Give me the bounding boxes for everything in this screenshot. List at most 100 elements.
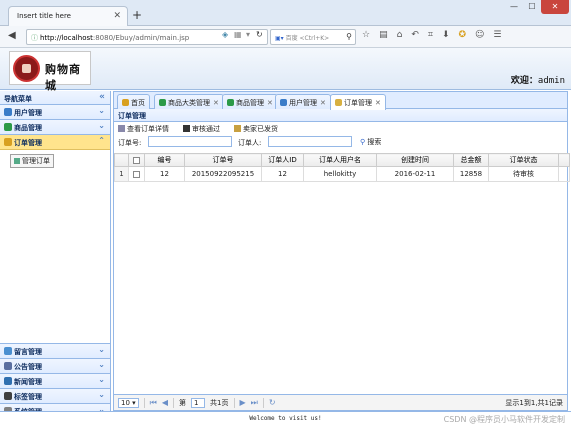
sidebar: 导航菜单 « 用户管理 ⌄ 商品管理 ⌄ 订单管理 ⌃ 管理订单 留言管理 ⌄ … xyxy=(0,91,111,419)
approve-icon xyxy=(183,125,190,132)
tab-user-management[interactable]: 用户管理 ✕ xyxy=(275,94,331,109)
panel-title: 订单管理 xyxy=(114,109,567,122)
table-row[interactable]: 1 12 20150922095215 12 hellokitty 2016-0… xyxy=(114,166,570,182)
sidebar-item-order-management[interactable]: 订单管理 ⌃ xyxy=(0,135,110,150)
bookmarks-list-icon[interactable]: ▤ xyxy=(379,30,388,40)
column-header[interactable]: 订单人ID xyxy=(261,153,304,167)
close-tab-icon[interactable]: ✕ xyxy=(213,99,219,107)
dropdown-icon[interactable]: ▾ xyxy=(246,30,250,39)
divider xyxy=(262,397,264,408)
sidebar-item-product-management[interactable]: 商品管理 ⌄ xyxy=(0,120,110,135)
search-icon[interactable]: ⚲ xyxy=(346,32,352,41)
bookmark-star-icon[interactable]: ☆ xyxy=(362,30,370,40)
view-order-details-button[interactable]: 查看订单详情 xyxy=(118,124,169,133)
prev-page-icon[interactable]: ◀ xyxy=(162,398,168,407)
cell-order-no: 20150922095215 xyxy=(184,166,262,182)
order-no-input[interactable] xyxy=(148,136,232,147)
browser-navbar: ◀ ⓘ http://localhost:8080/Ebuy/admin/main… xyxy=(0,26,571,48)
column-header[interactable]: 订单状态 xyxy=(488,153,559,167)
home-icon[interactable]: ⌂ xyxy=(397,30,403,40)
cell-user-id: 12 xyxy=(261,166,304,182)
window-close-icon[interactable]: ✕ xyxy=(541,0,569,14)
sidebar-item-news-management[interactable]: 新闻管理 ⌄ xyxy=(0,374,110,389)
toolbar-label: 审核通过 xyxy=(192,125,220,133)
next-page-icon[interactable]: ▶ xyxy=(240,398,246,407)
user-icon xyxy=(280,99,287,106)
browser-tab[interactable]: Insert title here ✕ xyxy=(8,6,128,26)
tag-icon xyxy=(4,392,12,400)
row-checkbox[interactable] xyxy=(128,166,145,182)
column-header[interactable]: 订单人用户名 xyxy=(303,153,377,167)
page-size-select[interactable]: 10 ▾ xyxy=(118,397,139,408)
expand-icon[interactable]: ⌄ xyxy=(98,375,105,384)
tab-order-management[interactable]: 订单管理 ✕ xyxy=(330,94,386,110)
sidebar-item-label: 新闻管理 xyxy=(14,378,42,386)
tab-label: 首页 xyxy=(131,99,145,107)
sidebar-item-label: 公告管理 xyxy=(14,363,42,371)
refresh-icon[interactable]: ↻ xyxy=(269,398,276,407)
expand-icon[interactable]: ⌄ xyxy=(98,345,105,354)
extension-icon[interactable]: ✪ xyxy=(458,30,466,40)
collapse-sidebar-icon[interactable]: « xyxy=(99,92,105,102)
search-engine-icon[interactable]: ▣▾ xyxy=(275,35,286,42)
chat-icon[interactable]: ☺ xyxy=(475,30,484,40)
reload-icon[interactable]: ↻ xyxy=(256,30,263,39)
page-info-icon[interactable]: ⓘ xyxy=(31,34,38,42)
last-page-icon[interactable]: ⏭ xyxy=(251,398,258,408)
back-icon[interactable]: ◀ xyxy=(8,30,16,41)
sidebar-item-user-management[interactable]: 用户管理 ⌄ xyxy=(0,105,110,120)
expand-icon[interactable]: ⌄ xyxy=(98,360,105,369)
close-tab-icon[interactable]: ✕ xyxy=(320,99,326,107)
first-page-icon[interactable]: ⏮ xyxy=(150,398,157,408)
sidebar-item-tag-management[interactable]: 标签管理 ⌄ xyxy=(0,389,110,404)
search-input[interactable]: ▣▾ 百度 <Ctrl+K> ⚲ xyxy=(270,29,356,45)
sidebar-subitem-manage-orders[interactable]: 管理订单 xyxy=(10,154,54,168)
expand-icon[interactable]: ⌄ xyxy=(98,106,105,115)
close-tab-icon[interactable]: ✕ xyxy=(375,99,381,107)
orderer-input[interactable] xyxy=(268,136,352,147)
collapse-icon[interactable]: ⌃ xyxy=(98,136,105,145)
order-icon xyxy=(4,138,12,146)
url-bar[interactable]: ⓘ http://localhost:8080/Ebuy/admin/main.j… xyxy=(26,29,268,45)
select-all-checkbox[interactable] xyxy=(128,153,145,167)
undo-icon[interactable]: ↶ xyxy=(411,30,419,40)
shield-icon[interactable]: ◈ xyxy=(222,30,228,39)
maximize-icon[interactable]: ☐ xyxy=(523,0,541,14)
tab-category-management[interactable]: 商品大类管理 ✕ xyxy=(154,94,224,109)
search-button[interactable]: ⚲ 搜索 xyxy=(360,137,381,147)
close-tab-icon[interactable]: ✕ xyxy=(267,99,273,107)
category-icon xyxy=(159,99,166,106)
reader-icon[interactable]: ▦ xyxy=(234,30,242,39)
column-header[interactable]: 订单号 xyxy=(184,153,262,167)
tab-label: 订单管理 xyxy=(344,99,372,107)
column-header[interactable]: 创建时间 xyxy=(376,153,454,167)
tab-product-management[interactable]: 商品管理 ✕ xyxy=(222,94,278,109)
menu-icon[interactable]: ☰ xyxy=(493,30,501,40)
new-tab-icon[interactable]: + xyxy=(132,8,142,22)
column-header[interactable]: 总金额 xyxy=(453,153,489,167)
expand-icon[interactable]: ⌄ xyxy=(98,121,105,130)
window-controls: — ☐ ✕ xyxy=(505,0,569,14)
minimize-icon[interactable]: — xyxy=(505,0,523,14)
order-filter: 订单号: 订单人: ⚲ 搜索 xyxy=(114,135,567,150)
approve-button[interactable]: 审核通过 xyxy=(183,124,220,133)
toolbar-label: 卖家已发货 xyxy=(243,125,278,133)
close-tab-icon[interactable]: ✕ xyxy=(113,11,121,21)
page-number-input[interactable]: 1 xyxy=(191,397,206,408)
cell-spacer xyxy=(558,166,570,182)
tab-home[interactable]: 首页 xyxy=(117,94,150,109)
order-toolbar: 查看订单详情 审核通过 卖家已发货 xyxy=(114,122,567,135)
pagination-info: 显示1到1,共1记录 xyxy=(505,398,563,407)
mark-shipped-button[interactable]: 卖家已发货 xyxy=(234,124,278,133)
crop-icon[interactable]: ⌗ xyxy=(428,30,433,40)
column-header[interactable]: 编号 xyxy=(144,153,185,167)
url-path: :8080/Ebuy/admin/main.jsp xyxy=(92,34,190,42)
download-icon[interactable]: ⬇ xyxy=(442,30,450,40)
expand-icon[interactable]: ⌄ xyxy=(98,390,105,399)
user-icon xyxy=(4,108,12,116)
cell-created: 2016-02-11 xyxy=(376,166,454,182)
sidebar-item-notice-management[interactable]: 公告管理 ⌄ xyxy=(0,359,110,374)
product-icon xyxy=(227,99,234,106)
sidebar-item-message-management[interactable]: 留言管理 ⌄ xyxy=(0,344,110,359)
cell-status: 待审核 xyxy=(488,166,559,182)
